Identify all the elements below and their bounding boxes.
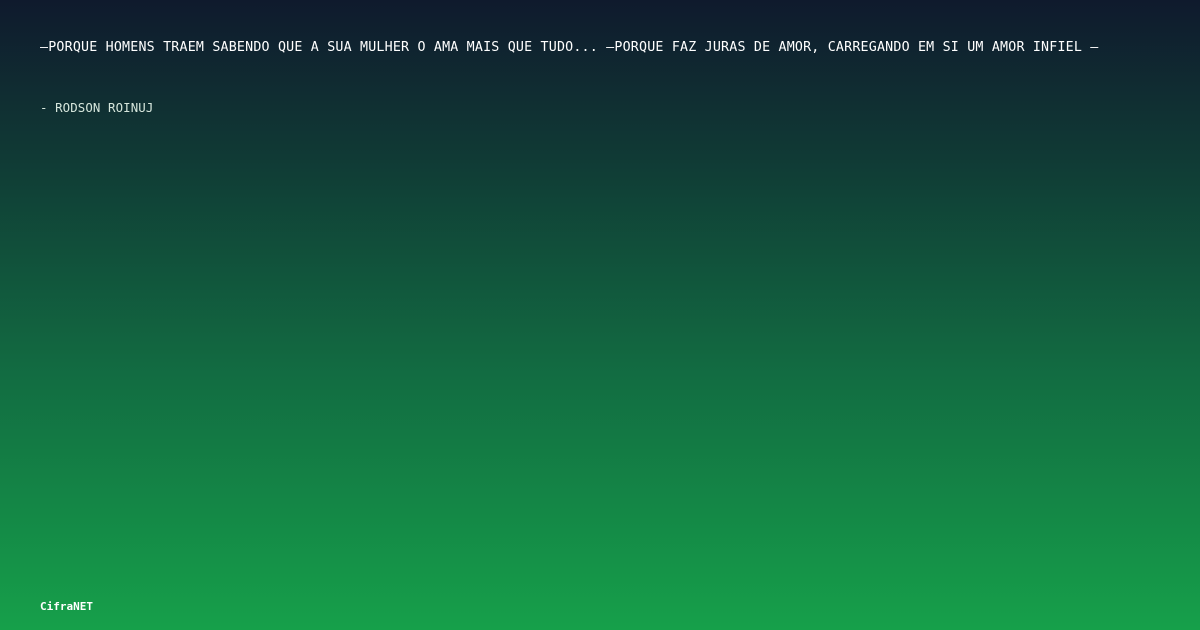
brand-logo-text: CifraNET xyxy=(40,600,93,613)
quote-card: —PORQUE HOMENS TRAEM SABENDO QUE A SUA M… xyxy=(0,0,1200,630)
quote-text: —PORQUE HOMENS TRAEM SABENDO QUE A SUA M… xyxy=(40,40,1099,55)
quote-author: - RODSON ROINUJ xyxy=(40,100,154,115)
